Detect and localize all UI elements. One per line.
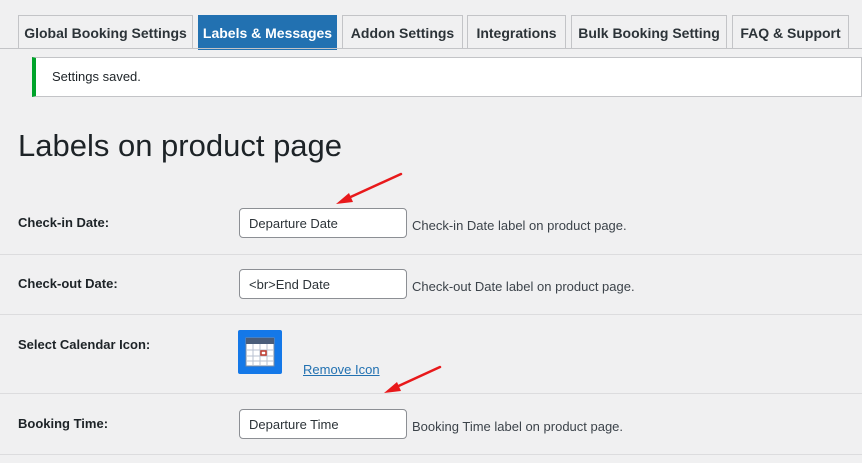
annotation-arrow-icon: [384, 365, 442, 393]
row-divider: [0, 393, 862, 394]
tab-integrations[interactable]: Integrations: [467, 15, 566, 49]
tab-addon-settings[interactable]: Addon Settings: [342, 15, 463, 49]
page-title: Labels on product page: [18, 128, 343, 163]
calendar-icon-label: Select Calendar Icon:: [18, 337, 151, 352]
checkin-label: Check-in Date:: [18, 215, 110, 230]
row-divider: [0, 314, 862, 315]
remove-icon-link[interactable]: Remove Icon: [303, 362, 380, 377]
calendar-icon[interactable]: [238, 330, 282, 374]
checkout-input[interactable]: [239, 269, 407, 299]
checkout-description: Check-out Date label on product page.: [412, 279, 635, 294]
row-divider: [0, 254, 862, 255]
checkout-label: Check-out Date:: [18, 276, 118, 291]
tab-bulk-booking-setting[interactable]: Bulk Booking Setting: [571, 15, 727, 49]
row-divider: [0, 454, 862, 455]
notice-text: Settings saved.: [52, 69, 141, 84]
tab-global-booking-settings[interactable]: Global Booking Settings: [18, 15, 193, 49]
settings-saved-notice: Settings saved.: [32, 57, 862, 97]
booking-time-description: Booking Time label on product page.: [412, 419, 624, 434]
booking-time-label: Booking Time:: [18, 416, 109, 431]
tab-faq-support[interactable]: FAQ & Support: [732, 15, 849, 49]
tab-labels-messages[interactable]: Labels & Messages: [198, 15, 337, 50]
checkin-input[interactable]: [239, 208, 407, 238]
annotation-arrow-icon: [336, 172, 403, 204]
booking-time-input[interactable]: [239, 409, 407, 439]
checkin-description: Check-in Date label on product page.: [412, 218, 627, 233]
tabs-divider: [0, 48, 862, 49]
